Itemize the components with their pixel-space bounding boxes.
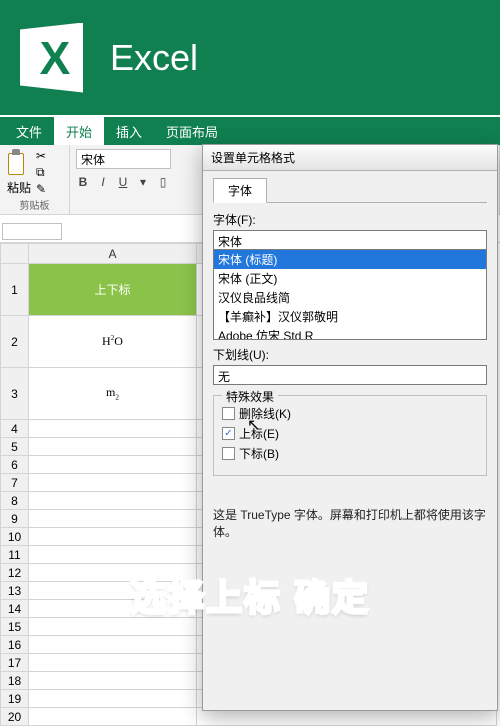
row-header[interactable]: 5 [1,438,29,456]
row-header[interactable]: 16 [1,636,29,654]
row-header[interactable]: 1 [1,264,29,316]
row-header[interactable]: 11 [1,546,29,564]
cell[interactable] [29,708,197,726]
font-option[interactable]: 宋体 (标题) [214,250,486,269]
column-header-a[interactable]: A [29,244,197,264]
cell[interactable] [29,510,197,528]
cell[interactable] [29,618,197,636]
row-header[interactable]: 15 [1,618,29,636]
cell[interactable] [29,528,197,546]
cut-icon[interactable]: ✂ [36,149,46,163]
cell[interactable] [29,636,197,654]
paste-icon [6,149,32,177]
app-banner: X Excel [0,0,500,115]
dialog-title: 设置单元格格式 [203,145,497,171]
font-option[interactable]: 宋体 (正文) [214,269,486,288]
font-hint-text: 这是 TrueType 字体。屏幕和打印机上都将使用该字体。 [213,506,487,540]
tab-home[interactable]: 开始 [54,117,104,145]
row-header[interactable]: 3 [1,368,29,420]
cell[interactable] [29,420,197,438]
subscript-checkbox[interactable] [222,447,235,460]
underline-button[interactable]: U [116,175,130,189]
font-listbox[interactable]: 宋体 (标题)宋体 (正文)汉仪良品线简【羊癫补】汉仪郭敬明Adobe 仿宋 S… [213,250,487,340]
cell[interactable] [29,582,197,600]
cell[interactable] [29,690,197,708]
effects-legend: 特殊效果 [222,388,278,405]
underline-dropdown-icon[interactable]: ▾ [136,175,150,189]
paste-label: 粘贴 [7,179,31,196]
row-header[interactable]: 7 [1,474,29,492]
tab-insert[interactable]: 插入 [104,117,154,145]
row-header[interactable]: 2 [1,316,29,368]
tab-page-layout[interactable]: 页面布局 [154,117,230,145]
effects-groupbox: 特殊效果 删除线(K) 上标(E) 下标(B) [213,395,487,476]
cell[interactable] [29,600,197,618]
font-option[interactable]: Adobe 仿宋 Std R [214,326,486,340]
cell[interactable] [29,672,197,690]
superscript-checkbox[interactable] [222,427,235,440]
row-header[interactable]: 10 [1,528,29,546]
superscript-label: 上标(E) [239,425,279,442]
row-header[interactable]: 19 [1,690,29,708]
bold-button[interactable]: B [76,175,90,189]
clipboard-group-label: 剪贴板 [6,197,63,212]
tab-file[interactable]: 文件 [4,117,54,145]
font-input[interactable]: 宋体 [213,230,487,250]
border-button[interactable]: ▯ [156,175,170,189]
italic-button[interactable]: I [96,175,110,189]
font-name-select[interactable]: 宋体 [76,149,171,169]
cell[interactable] [29,456,197,474]
underline-select[interactable]: 无 [213,365,487,385]
row-header[interactable]: 9 [1,510,29,528]
paste-button[interactable]: 粘贴 [6,149,32,196]
row-header[interactable]: 12 [1,564,29,582]
strikethrough-checkbox[interactable] [222,407,235,420]
ribbon-tabs: 文件 开始 插入 页面布局 [0,117,500,145]
copy-icon[interactable]: ⧉ [36,165,46,180]
row-header[interactable]: 8 [1,492,29,510]
cell[interactable] [29,492,197,510]
format-painter-icon[interactable]: ✎ [36,182,46,196]
select-all-corner[interactable] [1,244,29,264]
font-option[interactable]: 汉仪良品线简 [214,288,486,307]
excel-logo-icon: X [20,23,90,93]
row-header[interactable]: 17 [1,654,29,672]
row-header[interactable]: 20 [1,708,29,726]
cell[interactable] [29,546,197,564]
name-box[interactable] [2,223,62,240]
app-title: Excel [110,37,198,79]
row-header[interactable]: 6 [1,456,29,474]
row-header[interactable]: 18 [1,672,29,690]
row-header[interactable]: 13 [1,582,29,600]
cell[interactable] [29,474,197,492]
subscript-label: 下标(B) [239,445,279,462]
cell-title[interactable]: 上下标 [29,264,197,316]
format-cells-dialog: 设置单元格格式 字体 字体(F): 宋体 宋体 (标题)宋体 (正文)汉仪良品线… [202,144,498,711]
cell[interactable] [29,564,197,582]
underline-field-label: 下划线(U): [213,346,487,363]
cell[interactable] [29,438,197,456]
strikethrough-label: 删除线(K) [239,405,291,422]
cell-a3[interactable]: m2 [29,368,197,420]
font-option[interactable]: 【羊癫补】汉仪郭敬明 [214,307,486,326]
dialog-tab-font[interactable]: 字体 [213,178,267,203]
cell[interactable] [29,654,197,672]
font-field-label: 字体(F): [213,211,487,228]
row-header[interactable]: 14 [1,600,29,618]
cell-a2[interactable]: H2O [29,316,197,368]
row-header[interactable]: 4 [1,420,29,438]
dialog-tabs: 字体 [213,177,487,203]
excel-logo-letter: X [40,31,71,85]
